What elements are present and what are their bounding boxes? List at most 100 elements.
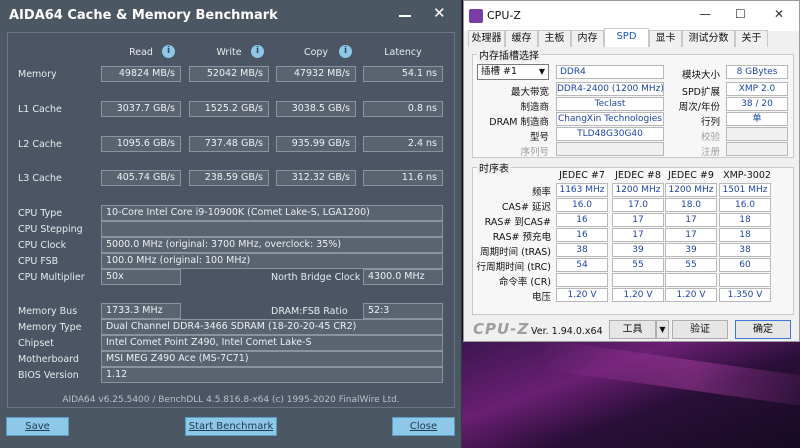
start-benchmark-button[interactable]: Start Benchmark [185,417,277,436]
copy-info-icon[interactable]: i [339,45,352,58]
module-size-field: 8 GBytes [726,65,788,79]
motherboard-label: Motherboard [18,354,79,365]
timing-value-cell: 38 [719,243,771,257]
cpu-type-label: CPU Type [18,208,63,219]
timing-value-cell: 54 [556,258,608,272]
nb-clock-label: North Bridge Clock [271,272,361,283]
tab-memory[interactable]: 内存 [571,30,604,47]
l2-copy-value: 935.99 GB/s [276,136,356,152]
l3-read-value: 405.74 GB/s [101,170,181,186]
cpu-stepping-label: CPU Stepping [18,224,83,235]
l3-latency-value: 11.6 ns [363,170,443,186]
tab-spd[interactable]: SPD [604,28,649,47]
timing-value-cell: 55 [612,258,664,272]
close-button-label: Close [409,421,438,432]
cpu-clock-label: CPU Clock [18,240,67,251]
registered-label: 注册 [700,147,720,158]
timing-row-label: 电压 [531,292,551,303]
timing-value-cell: 55 [665,258,717,272]
tab-graphics[interactable]: 显卡 [649,30,682,47]
timing-value-cell: 1.20 V [556,288,608,302]
timing-value-cell [556,273,608,287]
close-icon[interactable]: ✕ [433,5,446,21]
save-button[interactable]: Save [6,417,69,436]
minimize-icon[interactable] [399,6,411,18]
module-type-field: DDR4 [556,65,664,79]
memory-read-value: 49824 MB/s [101,66,181,82]
cpuz-minimize-icon[interactable]: — [699,7,711,21]
timing-value-cell: 1200 MHz [612,183,664,197]
l2-row-label: L2 Cache [18,139,62,150]
cpuz-maximize-icon[interactable]: ☐ [735,7,746,21]
timing-value-cell: 1.350 V [719,288,771,302]
ranks-field: 单 [726,112,788,126]
ok-button[interactable]: 确定 [735,320,791,339]
timing-value-cell: 1200 MHz [665,183,717,197]
timing-header-jedec8: JEDEC #8 [615,170,661,181]
cpuz-titlebar: CPU-Z — ☐ ✕ [464,1,799,31]
memory-slot-group-title: 内存插槽选择 [477,47,541,62]
timing-value-cell: 16.0 [719,198,771,212]
l1-row-label: L1 Cache [18,104,62,115]
serial-number-field [556,142,664,156]
save-button-label: Save [25,421,50,432]
l3-copy-value: 312.32 GB/s [276,170,356,186]
aida-window-title: AIDA64 Cache & Memory Benchmark [9,8,278,23]
write-info-icon[interactable]: i [251,45,264,58]
timing-value-cell: 17 [665,213,717,227]
part-number-field: TLD48G30G40 [556,127,664,141]
memory-latency-value: 54.1 ns [363,66,443,82]
module-size-label: 模块大小 [681,70,720,81]
cpu-multiplier-label: CPU Multiplier [18,272,85,283]
nb-clock-value: 4300.0 MHz [363,269,443,285]
tools-button[interactable]: 工具 [609,320,656,339]
timing-value-cell: 1.20 V [612,288,664,302]
close-button[interactable]: Close [392,417,455,436]
read-info-icon[interactable]: i [162,45,175,58]
memory-write-value: 52042 MB/s [189,66,269,82]
timing-value-cell: 17 [665,228,717,242]
timing-value-cell [719,273,771,287]
timing-value-cell: 17.0 [612,198,664,212]
slot-select[interactable]: 插槽 #1 ▼ [477,64,549,80]
tab-about[interactable]: 关于 [735,30,768,47]
memory-row-label: Memory [18,69,57,80]
timing-value-cell: 16 [556,213,608,227]
timing-value-cell [665,273,717,287]
cpuz-logo: CPU-Z [473,320,530,338]
cpu-stepping-value [101,221,443,237]
cpuz-close-icon[interactable]: ✕ [774,7,784,21]
tab-mainboard[interactable]: 主板 [538,30,571,47]
timing-value-cell: 39 [612,243,664,257]
correction-label: 校验 [700,132,720,143]
slot-select-value: 插槽 #1 [481,66,518,77]
chipset-value: Intel Comet Point Z490, Intel Comet Lake… [101,335,443,351]
cpu-type-value: 10-Core Intel Core i9-10900K (Comet Lake… [101,205,443,221]
cpu-fsb-value: 100.0 MHz (original: 100 MHz) [101,253,443,269]
l2-read-value: 1095.6 GB/s [101,136,181,152]
bios-version-value: 1.12 [101,367,443,383]
motherboard-value: MSI MEG Z490 Ace (MS-7C71) [101,351,443,367]
timing-value-cell: 18 [719,228,771,242]
timing-value-cell: 1501 MHz [719,183,771,197]
tab-caches[interactable]: 缓存 [505,30,538,47]
timing-value-cell: 1163 MHz [556,183,608,197]
week-year-field: 38 / 20 [726,97,788,111]
tab-bench[interactable]: 测试分数 [682,30,735,47]
l3-write-value: 238.59 GB/s [189,170,269,186]
l1-write-value: 1525.2 GB/s [189,101,269,117]
registered-field [726,142,788,156]
validate-button[interactable]: 验证 [672,320,728,339]
timing-value-cell: 60 [719,258,771,272]
spd-ext-label: SPD扩展 [681,87,720,98]
timing-value-cell: 17 [612,213,664,227]
tab-cpu[interactable]: 处理器 [468,30,505,47]
part-number-label: 型号 [529,132,549,143]
l1-copy-value: 3038.5 GB/s [276,101,356,117]
timing-header-jedec9: JEDEC #9 [668,170,714,181]
tools-dropdown-icon[interactable]: ▼ [656,320,669,339]
timing-value-cell: 18.0 [665,198,717,212]
week-year-label: 周次/年份 [678,102,720,113]
timing-row-label: 周期时间 (tRAS) [480,247,551,258]
timing-row-label: RAS# 到CAS# [484,217,551,228]
